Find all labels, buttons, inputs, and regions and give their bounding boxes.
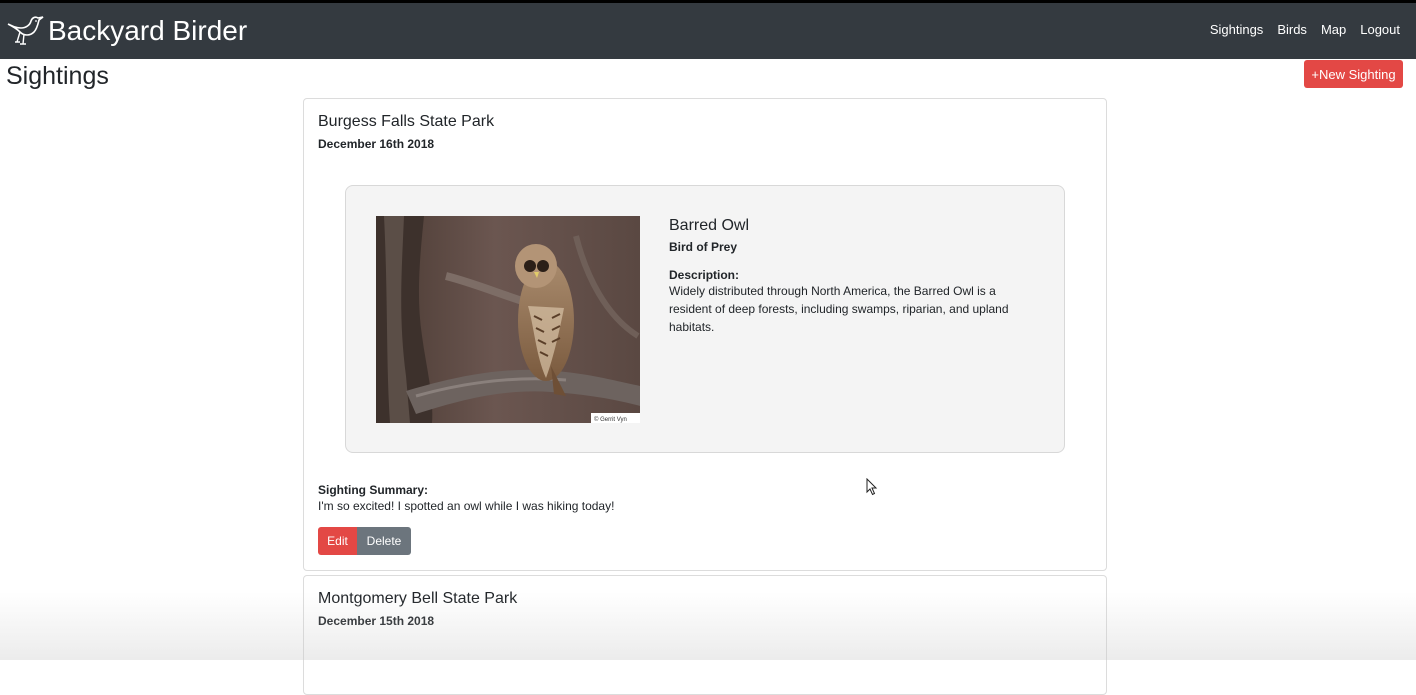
nav-link-logout[interactable]: Logout xyxy=(1360,22,1400,37)
bird-logo-icon xyxy=(7,16,44,45)
sighting-card: Montgomery Bell State Park December 15th… xyxy=(303,575,1107,695)
page-title: Sightings xyxy=(6,62,109,90)
brand-name: Backyard Birder xyxy=(48,15,248,46)
bird-type: Bird of Prey xyxy=(669,240,738,254)
navbar: Backyard Birder Sightings Birds Map Logo… xyxy=(0,0,1416,59)
sighting-actions: Edit Delete xyxy=(318,527,411,555)
nav-links: Sightings Birds Map Logout xyxy=(1196,22,1400,37)
nav-link-sightings[interactable]: Sightings xyxy=(1210,22,1263,37)
sighting-card: Burgess Falls State Park December 16th 2… xyxy=(303,98,1107,571)
nav-link-birds[interactable]: Birds xyxy=(1277,22,1307,37)
summary-text: I'm so excited! I spotted an owl while I… xyxy=(318,499,615,513)
bird-name: Barred Owl xyxy=(669,217,750,234)
edit-button[interactable]: Edit xyxy=(318,527,357,555)
delete-button[interactable]: Delete xyxy=(357,527,411,555)
summary-label: Sighting Summary: xyxy=(318,483,429,497)
bird-description: Widely distributed through North America… xyxy=(669,284,1009,334)
bird-photo: © Gerrit Vyn xyxy=(376,216,640,423)
sighting-location: Burgess Falls State Park xyxy=(318,113,495,130)
sighting-date: December 16th 2018 xyxy=(318,137,435,151)
sighting-location: Montgomery Bell State Park xyxy=(318,590,518,607)
mouse-cursor-icon xyxy=(866,478,878,496)
photo-credit: © Gerrit Vyn xyxy=(594,416,627,423)
brand[interactable]: Backyard Birder xyxy=(6,13,247,49)
bird-panel: © Gerrit Vyn Barred Owl Bird of Prey Des… xyxy=(345,185,1065,453)
new-sighting-button[interactable]: +New Sighting xyxy=(1304,60,1403,88)
description-label: Description: xyxy=(669,268,740,282)
sighting-date: December 15th 2018 xyxy=(318,614,435,628)
nav-link-map[interactable]: Map xyxy=(1321,22,1346,37)
